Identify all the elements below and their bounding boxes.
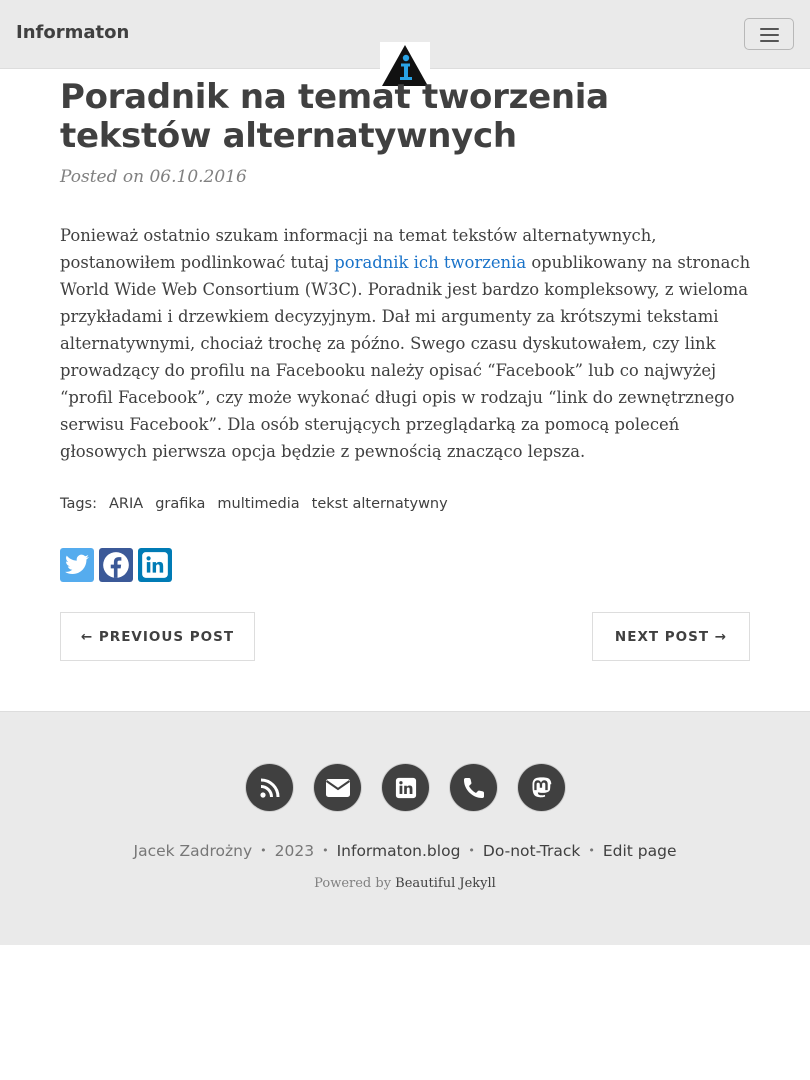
separator: • <box>588 844 595 857</box>
share-twitter-button[interactable] <box>60 548 94 582</box>
tag-link[interactable]: grafika <box>155 496 205 512</box>
footer-links: Jacek Zadrożny • 2023 • Informaton.blog • Do-n… <box>0 842 810 860</box>
next-post-button[interactable]: NEXT POST → <box>592 612 750 661</box>
powered-by-label: Powered by <box>314 876 396 891</box>
facebook-icon <box>103 552 129 578</box>
footer-blog-link[interactable]: Informaton.blog <box>337 842 461 860</box>
phone-button[interactable] <box>450 764 497 811</box>
tag-link[interactable]: multimedia <box>217 496 299 512</box>
powered-by: Powered by Beautiful Jekyll <box>0 876 810 891</box>
footer-edit-link[interactable]: Edit page <box>603 842 677 860</box>
email-button[interactable] <box>314 764 361 811</box>
tag-link[interactable]: ARIA <box>109 496 143 512</box>
linkedin-button[interactable] <box>382 764 429 811</box>
previous-post-button[interactable]: ← PREVIOUS POST <box>60 612 255 661</box>
tags: Tags: ARIA grafika multimedia tekst alternat… <box>60 496 448 512</box>
separator: • <box>468 844 475 857</box>
footer-social-links <box>246 764 565 811</box>
rss-button[interactable] <box>246 764 293 811</box>
post-meta: Posted on 06.10.2016 <box>60 167 247 187</box>
twitter-icon <box>65 554 89 574</box>
mastodon-button[interactable] <box>518 764 565 811</box>
share-facebook-button[interactable] <box>99 548 133 582</box>
footer-year: 2023 <box>274 842 315 860</box>
post-link[interactable]: poradnik ich tworzenia <box>334 253 526 272</box>
post-text: opublikowany na stronach World Wide Web … <box>60 253 751 461</box>
brand-link[interactable]: Informaton <box>16 22 129 43</box>
envelope-icon <box>325 778 350 797</box>
post-title: Poradnik na temat tworzenia tekstów alte… <box>60 77 609 156</box>
menu-toggle-button[interactable] <box>744 18 794 50</box>
phone-icon <box>463 777 484 798</box>
linkedin-icon <box>142 552 168 578</box>
footer-dnt-link[interactable]: Do-not-Track <box>483 842 580 860</box>
separator: • <box>322 844 329 857</box>
share-linkedin-button[interactable] <box>138 548 172 582</box>
separator: • <box>260 844 267 857</box>
post-body: Ponieważ ostatnio szukam informacji na t… <box>60 222 760 465</box>
linkedin-icon <box>395 777 416 798</box>
hamburger-icon <box>760 28 779 30</box>
footer-author: Jacek Zadrożny <box>133 842 253 860</box>
tag-link[interactable]: tekst alternatywny <box>312 496 448 512</box>
share-buttons <box>60 548 172 582</box>
beautiful-jekyll-link[interactable]: Beautiful Jekyll <box>395 876 496 891</box>
tags-label: Tags: <box>60 496 97 512</box>
mastodon-icon <box>532 776 551 797</box>
rss-icon <box>259 778 279 798</box>
footer: Jacek Zadrożny • 2023 • Informaton.blog • Do-n… <box>0 711 810 945</box>
